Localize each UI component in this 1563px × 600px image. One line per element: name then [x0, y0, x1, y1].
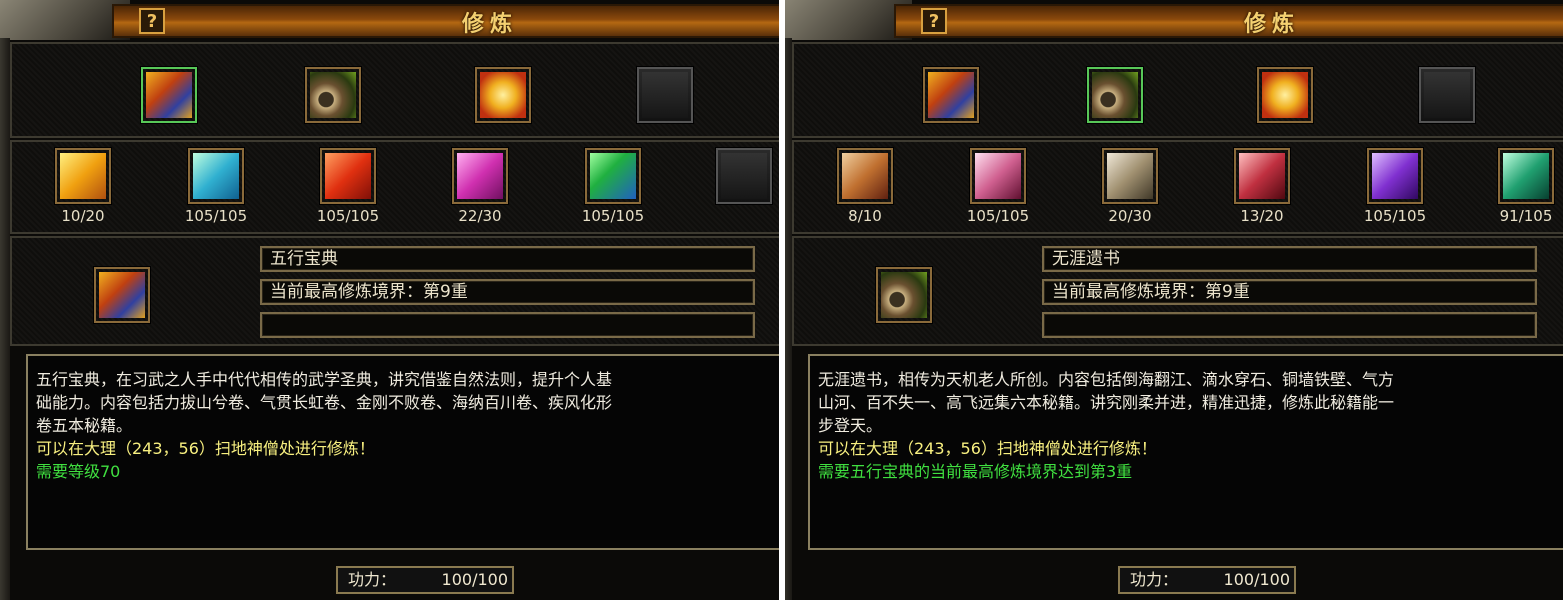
power-value: 100/100 [441, 570, 508, 589]
requirement-text: 需要五行宝典的当前最高修炼境界达到第3重 [818, 462, 1133, 481]
realm-field: 当前最高修炼境界：第9重 [260, 279, 755, 305]
pink-scroll-icon [975, 153, 1021, 199]
extra-field [260, 312, 755, 338]
current-book-icon-slot [94, 267, 150, 323]
description-line-3: 步登天。 [818, 416, 883, 435]
sub-book-count-3: 105/105 [316, 207, 380, 225]
extra-field [1042, 312, 1537, 338]
orange-scroll-icon [842, 153, 888, 199]
cultivation-panel-left: ? 修炼 10/20 105/105 105/105 22/30 105/105… [0, 0, 782, 600]
cyan-book-icon [193, 153, 239, 199]
category-slot-empty[interactable] [637, 67, 693, 123]
sub-book-count-3: 20/30 [1108, 207, 1152, 225]
sub-book-slot-5[interactable] [1367, 148, 1423, 204]
empty-slot-icon [721, 153, 767, 199]
help-button[interactable]: ? [139, 8, 165, 34]
pink-book-icon [457, 153, 503, 199]
scroll-bundle-icon [881, 272, 927, 318]
sub-book-slot-3[interactable] [1102, 148, 1158, 204]
sub-book-slot-1[interactable] [837, 148, 893, 204]
purple-scroll-icon [1372, 153, 1418, 199]
sub-book-slot-empty[interactable] [716, 148, 772, 204]
sub-book-count-5: 105/105 [581, 207, 645, 225]
sub-book-count-4: 13/20 [1240, 207, 1284, 225]
teal-scroll-icon [1503, 153, 1549, 199]
sub-book-count-4: 22/30 [458, 207, 502, 225]
sub-book-count-5: 105/105 [1363, 207, 1427, 225]
scroll-bundle-icon [310, 72, 356, 118]
cultivation-panel-right: ? 修炼 8/10 105/105 20/30 13/20 105/105 91… [782, 0, 1563, 600]
sub-book-slot-3[interactable] [320, 148, 376, 204]
yellow-book-icon [60, 153, 106, 199]
power-bar: 功力： 100/100 [1118, 566, 1296, 594]
red-scroll-icon [1239, 153, 1285, 199]
description-box: 无涯遗书，相传为天机老人所创。内容包括倒海翻江、滴水穿石、铜墙铁壁、气方 山河、… [808, 354, 1563, 550]
description-line-3: 卷五本秘籍。 [36, 416, 133, 435]
sub-book-count-1: 8/10 [848, 207, 882, 225]
stone-corner-decoration [0, 0, 130, 40]
sub-book-slot-5[interactable] [585, 148, 641, 204]
location-text: 可以在大理（243，56）扫地神僧处进行修炼！ [36, 439, 375, 458]
gray-scroll-icon [1107, 153, 1153, 199]
sub-book-count-1: 10/20 [61, 207, 105, 225]
stone-corner-decoration [782, 0, 912, 40]
power-label: 功力： [1130, 570, 1179, 589]
panel-edge [0, 38, 10, 600]
empty-slot-icon [642, 72, 688, 118]
book-icon [99, 272, 145, 318]
sub-book-slot-2[interactable] [188, 148, 244, 204]
panel-title: 修炼 [461, 12, 518, 37]
sub-book-slot-2[interactable] [970, 148, 1026, 204]
sub-book-slot-4[interactable] [452, 148, 508, 204]
book-icon [146, 72, 192, 118]
description-line-2: 山河、百不失一、高飞远集六本秘籍。讲究刚柔并进，精准迅捷，修炼此秘籍能一 [818, 393, 1395, 412]
current-book-icon-slot [876, 267, 932, 323]
power-bar: 功力： 100/100 [336, 566, 514, 594]
gold-scroll-icon [480, 72, 526, 118]
category-slot-book[interactable] [141, 67, 197, 123]
help-button[interactable]: ? [921, 8, 947, 34]
green-book-icon [590, 153, 636, 199]
power-label: 功力： [348, 570, 397, 589]
description-line-1: 无涯遗书，相传为天机老人所创。内容包括倒海翻江、滴水穿石、铜墙铁壁、气方 [818, 370, 1395, 389]
sub-book-slot-4[interactable] [1234, 148, 1290, 204]
image-divider [779, 0, 785, 600]
empty-slot-icon [1424, 72, 1470, 118]
category-slot-empty[interactable] [1419, 67, 1475, 123]
description-line-1: 五行宝典，在习武之人手中代代相传的武学圣典，讲究借鉴自然法则，提升个人基 [36, 370, 613, 389]
sub-book-count-2: 105/105 [966, 207, 1030, 225]
panel-title: 修炼 [1243, 12, 1300, 37]
gold-scroll-icon [1262, 72, 1308, 118]
red-book-icon [325, 153, 371, 199]
book-icon [928, 72, 974, 118]
category-slot-scroll-bundle[interactable] [305, 67, 361, 123]
realm-field: 当前最高修炼境界：第9重 [1042, 279, 1537, 305]
screen: ? 修炼 10/20 105/105 105/105 22/30 105/105… [0, 0, 1563, 600]
power-value: 100/100 [1223, 570, 1290, 589]
category-slot-gold-scroll[interactable] [475, 67, 531, 123]
category-slot-scroll-bundle[interactable] [1087, 67, 1143, 123]
sub-book-slot-1[interactable] [55, 148, 111, 204]
location-text: 可以在大理（243，56）扫地神僧处进行修炼！ [818, 439, 1157, 458]
category-slot-book[interactable] [923, 67, 979, 123]
description-box: 五行宝典，在习武之人手中代代相传的武学圣典，讲究借鉴自然法则，提升个人基 础能力… [26, 354, 782, 550]
category-slot-gold-scroll[interactable] [1257, 67, 1313, 123]
book-name-field: 无涯遗书 [1042, 246, 1537, 272]
sub-book-slot-6[interactable] [1498, 148, 1554, 204]
scroll-bundle-icon [1092, 72, 1138, 118]
requirement-text: 需要等级70 [36, 462, 121, 481]
sub-book-count-2: 105/105 [184, 207, 248, 225]
book-name-field: 五行宝典 [260, 246, 755, 272]
description-line-2: 础能力。内容包括力拔山兮卷、气贯长虹卷、金刚不败卷、海纳百川卷、疾风化形 [36, 393, 613, 412]
sub-book-count-6: 91/105 [1499, 207, 1553, 225]
